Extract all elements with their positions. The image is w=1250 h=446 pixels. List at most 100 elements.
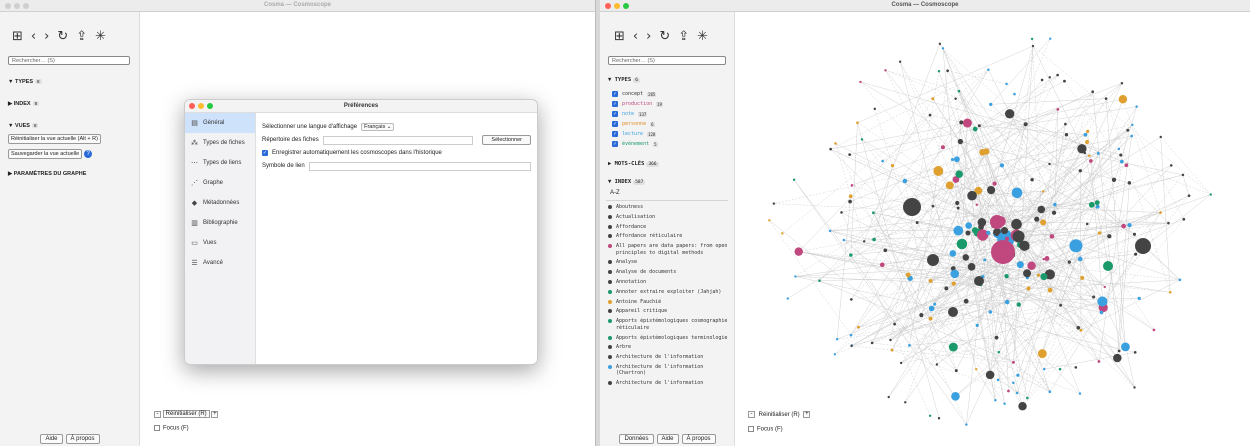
asterisk-icon[interactable]: ✳ [95,30,106,44]
graph-node[interactable] [768,219,771,222]
save-view-button[interactable]: Sauvegarder la vue actuelle [8,149,83,159]
graph-node[interactable] [1127,181,1132,185]
graph-node[interactable] [1134,252,1138,256]
index-item[interactable]: Aboutness [608,204,730,211]
graph-node[interactable] [948,342,958,352]
index-item[interactable]: All papers are data papers: from open pr… [608,243,730,256]
graph-node[interactable] [849,333,853,337]
new-record-icon[interactable]: ⊞ [614,30,625,44]
graph-node[interactable] [1095,204,1100,209]
index-item[interactable]: Annoter extraire exploiter (Jahjah) [608,289,730,296]
type-checkbox[interactable]: ✓ [612,141,618,147]
graph-node[interactable] [1092,295,1096,299]
type-filter[interactable]: ✓ personne 6 [612,119,734,129]
data-button[interactable]: Données [619,434,654,444]
graph-node[interactable] [963,298,969,304]
graph-node[interactable] [992,181,997,186]
new-record-icon[interactable]: ⊞ [12,30,23,44]
graph-node[interactable] [889,338,892,342]
graph-node[interactable] [1103,285,1107,289]
graph-node[interactable] [1040,273,1048,281]
asterisk-icon[interactable]: ✳ [697,30,708,44]
index-section-toggle[interactable]: ▶ INDEX 8 [8,101,139,107]
graph-node[interactable] [856,121,859,125]
graph-node[interactable] [1152,328,1156,332]
graph-node[interactable] [1079,328,1083,332]
graph-node[interactable] [991,240,1015,264]
graph-node[interactable] [850,344,853,348]
repo-path-input[interactable] [322,135,473,145]
graph-node[interactable] [1026,286,1031,291]
graph-node[interactable] [849,253,853,257]
graph-node[interactable] [903,198,921,216]
graph-node[interactable] [931,97,935,101]
vues-section-toggle[interactable]: ▼ VUES 8 [8,123,139,129]
graph-node[interactable] [794,275,797,278]
graph-node[interactable] [1131,123,1134,127]
graph-node[interactable] [1137,296,1141,301]
graph-node[interactable] [1187,194,1191,198]
graph-node[interactable] [1167,221,1170,225]
zoom-reset-button[interactable]: Réinitialiser (R) [162,410,210,418]
graph-node[interactable] [962,118,972,128]
graph-node[interactable] [1097,231,1102,235]
graph-node[interactable] [1019,240,1030,251]
graph-node[interactable] [989,102,993,106]
graph-node[interactable] [955,170,963,178]
graph-node[interactable] [905,272,911,278]
graph-node[interactable] [948,307,958,317]
graph-node[interactable] [1111,177,1117,182]
graph-node[interactable] [946,69,949,73]
zoom-in-button[interactable]: + [803,411,811,418]
index-item[interactable]: Architecture de l'information (Chartron) [608,364,730,377]
graph-node[interactable] [833,353,837,356]
graph-node[interactable] [818,279,821,282]
graph-node[interactable] [1077,144,1087,154]
zoom-reset-button[interactable]: Réinitialiser (R) [757,412,802,418]
types-section-toggle[interactable]: ▼ TYPES 6 [608,77,734,83]
graph-node[interactable] [1067,260,1071,264]
graph-node[interactable] [1087,154,1091,157]
help-button[interactable]: Aide [656,434,679,444]
graph-node[interactable] [1012,381,1015,385]
reset-view-button[interactable]: Réinitialiser la vue actuelle (Alt + R) [8,134,101,144]
graph-node[interactable] [957,89,961,93]
graph-node[interactable] [840,211,843,214]
graph-node[interactable] [1064,133,1069,137]
graph-node[interactable] [928,414,932,418]
type-checkbox[interactable]: ✓ [612,91,618,97]
help-icon[interactable]: ? [84,150,93,158]
index-item[interactable]: Architecture de l'information [608,354,730,361]
type-filter[interactable]: ✓ lecture 128 [612,129,734,139]
graph-node[interactable] [954,369,958,373]
graph-node[interactable] [1023,122,1028,127]
graph-node[interactable] [1094,200,1100,206]
zoom-out-button[interactable]: - [154,410,161,418]
graph-node[interactable] [1037,205,1046,214]
graph-node[interactable] [1000,227,1009,235]
nav-item-link-types[interactable]: ⋯ Types de liens [185,153,255,173]
graph-node[interactable] [890,348,894,352]
graph-node[interactable] [1044,256,1050,261]
graph-node[interactable] [1096,152,1100,155]
graph-node[interactable] [1012,230,1025,243]
index-item[interactable]: Architecture de l'information [608,380,730,387]
graph-node[interactable] [959,120,964,125]
graph-node[interactable] [1086,129,1090,133]
graph-node[interactable] [828,229,832,233]
graph-node[interactable] [1047,287,1053,293]
graph-node[interactable] [1130,134,1133,138]
graph-node[interactable] [957,138,963,145]
graph-node[interactable] [829,147,833,151]
reload-icon[interactable]: ↻ [659,30,670,44]
graph-node[interactable] [965,222,972,229]
keywords-section-toggle[interactable]: ▶ MOTS-CLÉS 366 [608,161,734,167]
graph-node[interactable] [1048,162,1051,166]
graph-node[interactable] [1049,234,1055,239]
graph-node[interactable] [1011,187,1023,199]
focus-toggle[interactable]: Focus (F) [154,425,189,432]
index-item[interactable]: Actualisation [608,214,730,221]
search-input[interactable]: Rechercher… (S) [608,56,726,65]
graph-node[interactable] [1209,193,1213,196]
graph-node[interactable] [1048,76,1051,79]
